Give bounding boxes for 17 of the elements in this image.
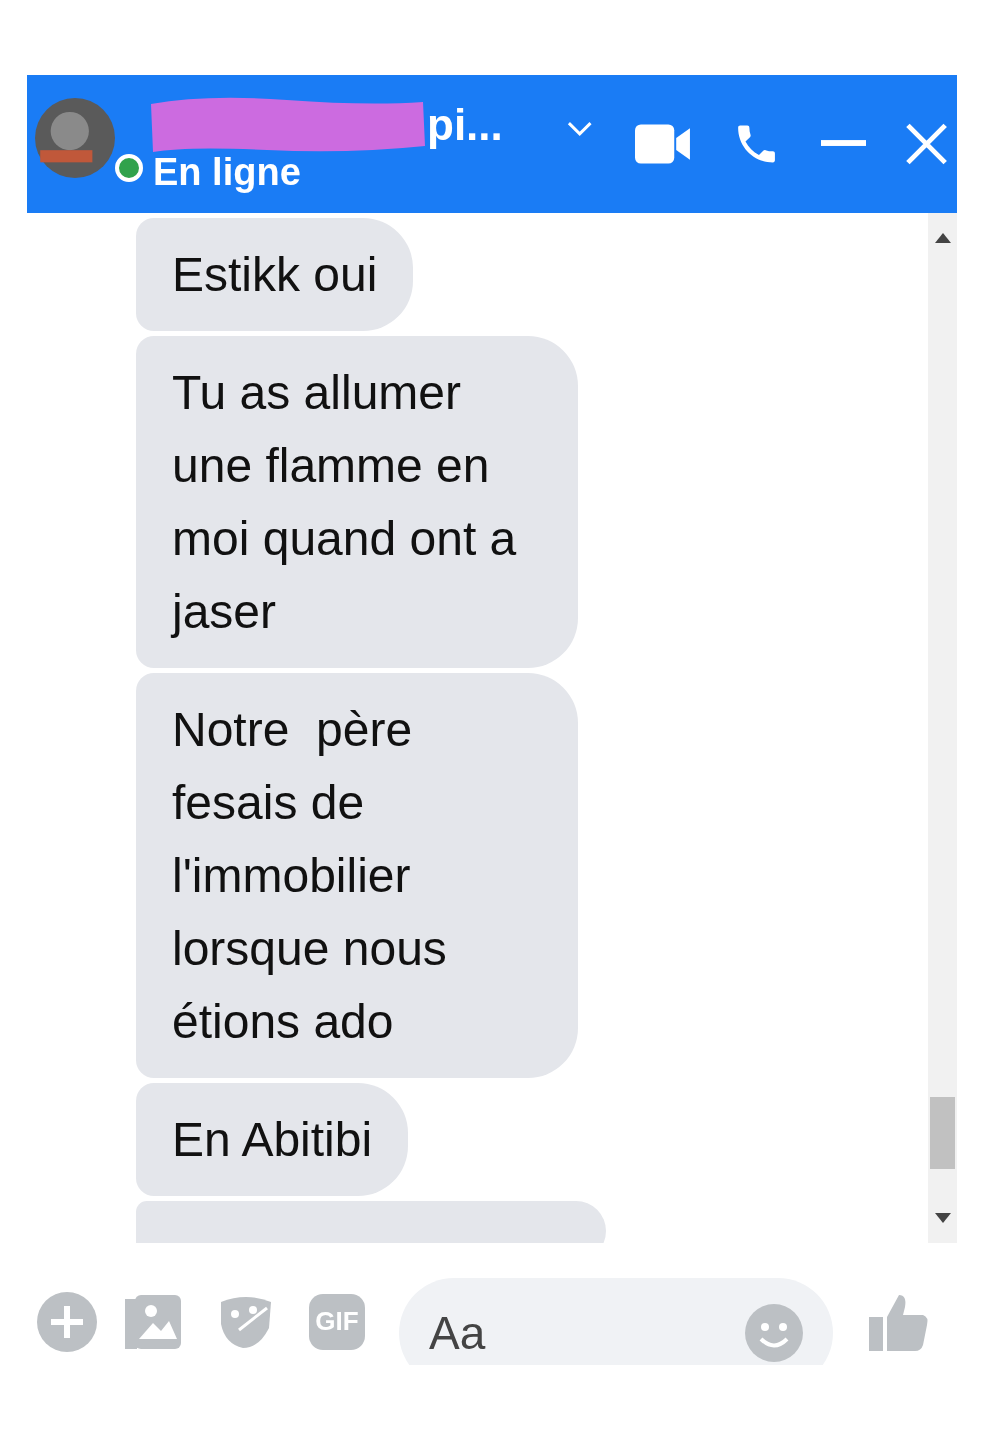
photo-icon[interactable] <box>125 1292 183 1351</box>
scrollbar-thumb[interactable] <box>930 1097 955 1169</box>
minimize-icon[interactable] <box>820 140 866 148</box>
message-input[interactable]: Aa <box>399 1278 833 1365</box>
scroll-down-icon[interactable] <box>934 1213 951 1223</box>
contact-name[interactable]: pi... <box>427 103 503 147</box>
message-bubble: En Abitibi <box>136 1083 409 1196</box>
message-bubble: Notre père fesais de l'immobilier lorsque nous étions ado <box>136 673 578 1078</box>
message-bubble: Estikk oui <box>136 218 414 331</box>
status-text: En ligne <box>153 153 302 191</box>
plus-icon[interactable] <box>37 1291 97 1352</box>
scrollbar[interactable] <box>928 213 957 1243</box>
avatar[interactable] <box>35 98 115 178</box>
thumbs-up-icon[interactable] <box>869 1292 929 1351</box>
scroll-up-icon[interactable] <box>934 233 951 243</box>
message-bubble: Tu as allumer une flamme en moi quand ont a jaser <box>136 336 578 668</box>
smiley-icon[interactable] <box>745 1304 803 1362</box>
